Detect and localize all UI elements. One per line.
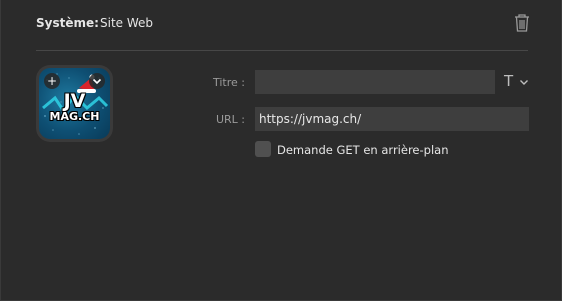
system-label: Système: [36, 16, 99, 30]
chevron-down-icon [519, 79, 528, 85]
system-value: Site Web [100, 16, 154, 30]
trash-icon[interactable] [514, 14, 530, 32]
text-format-icon: T [504, 72, 514, 90]
bookmark-editor-panel: Système: Site Web JV MAG.CH + Titre: T … [0, 0, 562, 301]
title-input[interactable] [255, 70, 495, 94]
background-get-label[interactable]: Demande GET en arrière-plan [277, 143, 448, 157]
site-icon-tile[interactable]: JV MAG.CH + [36, 65, 113, 142]
text-format-button[interactable]: T [504, 72, 529, 92]
url-input[interactable] [255, 107, 529, 131]
title-label: Titre : [212, 76, 245, 89]
chevron-down-icon[interactable] [89, 73, 105, 89]
logo-text-jv: JV [63, 90, 86, 112]
header-divider [36, 50, 528, 51]
add-icon-button[interactable]: + [44, 73, 60, 89]
header: Système: Site Web [1, 0, 561, 50]
url-label: URL : [215, 113, 245, 126]
background-get-checkbox[interactable] [255, 141, 271, 157]
logo-text-mag: MAG.CH [49, 110, 100, 123]
